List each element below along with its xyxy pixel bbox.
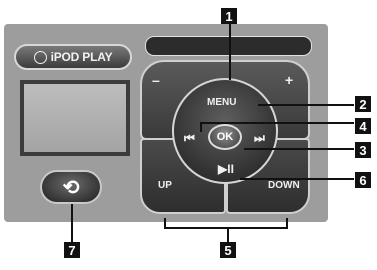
volume-up-button[interactable]: + bbox=[285, 72, 293, 88]
callout-line-7 bbox=[71, 204, 73, 242]
up-label: UP bbox=[158, 180, 172, 191]
display-screen bbox=[20, 80, 130, 156]
callout-line-4 bbox=[200, 122, 354, 124]
callout-bracket-bottom bbox=[164, 227, 288, 229]
callout-4: 4 bbox=[355, 118, 371, 134]
callout-line-2 bbox=[258, 104, 354, 106]
callout-line-4b bbox=[200, 122, 202, 132]
back-arrow-icon: ⟲ bbox=[62, 176, 80, 199]
callout-line-1 bbox=[229, 24, 231, 80]
callout-1: 1 bbox=[221, 8, 237, 24]
menu-button[interactable]: MENU bbox=[207, 97, 236, 108]
next-track-button[interactable]: ⏭ bbox=[254, 131, 265, 146]
callout-line-3 bbox=[244, 148, 354, 150]
globe-icon bbox=[33, 50, 47, 64]
callout-line-6 bbox=[240, 178, 354, 180]
ipod-play-button[interactable]: iPOD PLAY bbox=[14, 44, 132, 70]
ok-label: OK bbox=[216, 131, 234, 143]
down-label: DOWN bbox=[268, 180, 300, 191]
ipod-play-label: iPOD PLAY bbox=[50, 50, 113, 64]
callout-6: 6 bbox=[355, 172, 371, 188]
callout-line-5 bbox=[227, 228, 229, 242]
back-button[interactable]: ⟲ bbox=[40, 170, 102, 204]
callout-3: 3 bbox=[355, 142, 371, 158]
volume-down-button[interactable]: – bbox=[152, 72, 160, 88]
callout-7: 7 bbox=[64, 242, 80, 258]
play-pause-button[interactable]: ▶II bbox=[218, 162, 234, 176]
ok-button[interactable]: OK bbox=[208, 124, 242, 150]
callout-2: 2 bbox=[355, 96, 371, 112]
previous-track-button[interactable]: ⏮ bbox=[184, 131, 195, 146]
callout-5: 5 bbox=[220, 242, 236, 258]
